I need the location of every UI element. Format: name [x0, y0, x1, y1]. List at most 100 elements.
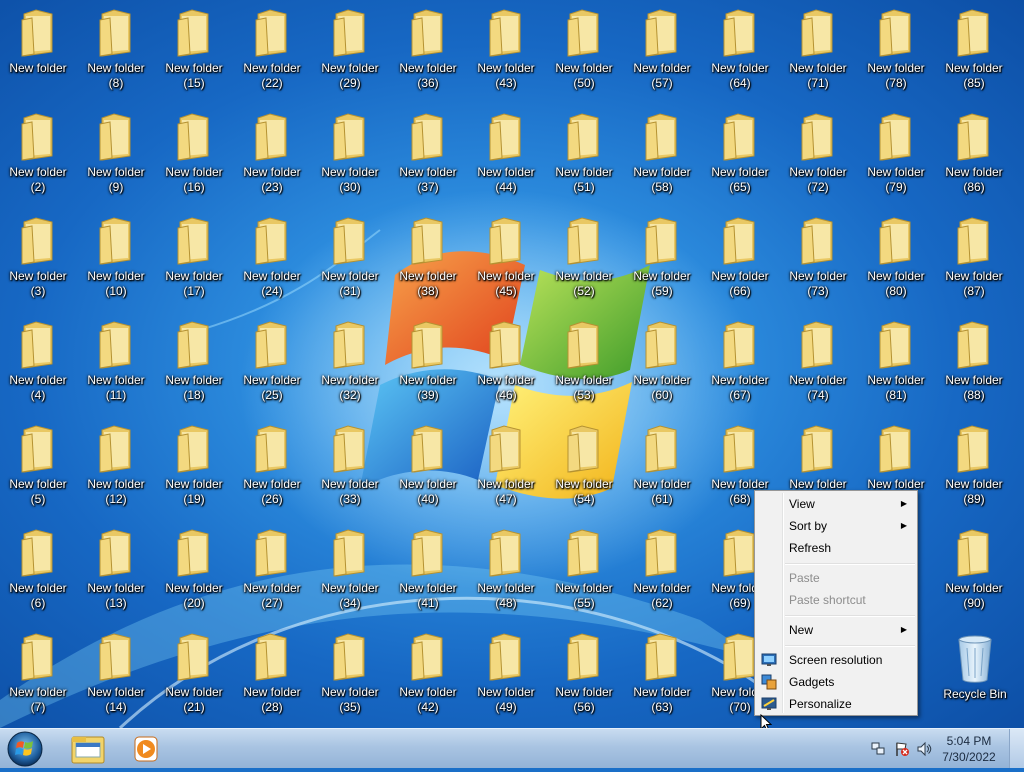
desktop-folder[interactable]: New folder (86): [936, 106, 1012, 202]
desktop-folder[interactable]: New folder (19): [156, 418, 232, 514]
desktop-folder[interactable]: New folder (42): [390, 626, 466, 722]
desktop-folder[interactable]: New folder (34): [312, 522, 388, 618]
menu-item-sort-by[interactable]: Sort by ▶: [757, 515, 915, 537]
volume-icon[interactable]: [916, 741, 932, 757]
desktop-folder[interactable]: New folder (73): [780, 210, 856, 306]
desktop-folder[interactable]: New folder (31): [312, 210, 388, 306]
network-icon[interactable]: [870, 741, 886, 757]
desktop-folder[interactable]: New folder (24): [234, 210, 310, 306]
desktop-folder[interactable]: New folder (50): [546, 2, 622, 98]
desktop-folder[interactable]: New folder (6): [0, 522, 76, 618]
desktop-folder[interactable]: New folder (85): [936, 2, 1012, 98]
desktop-folder[interactable]: New folder (62): [624, 522, 700, 618]
desktop-folder[interactable]: New folder (36): [390, 2, 466, 98]
desktop-folder[interactable]: New folder (8): [78, 2, 154, 98]
desktop-folder[interactable]: New folder (87): [936, 210, 1012, 306]
desktop-folder[interactable]: New folder (38): [390, 210, 466, 306]
desktop-folder[interactable]: New folder (90): [936, 522, 1012, 618]
desktop-folder[interactable]: New folder (13): [78, 522, 154, 618]
desktop-folder[interactable]: New folder (4): [0, 314, 76, 410]
recycle-bin[interactable]: Recycle Bin: [937, 628, 1013, 724]
desktop-folder[interactable]: New folder (88): [936, 314, 1012, 410]
menu-item-paste-shortcut[interactable]: Paste shortcut: [757, 589, 915, 611]
desktop-folder[interactable]: New folder: [0, 2, 76, 98]
desktop-folder[interactable]: New folder (54): [546, 418, 622, 514]
show-desktop-button[interactable]: [1009, 729, 1024, 768]
desktop-folder[interactable]: New folder (30): [312, 106, 388, 202]
desktop[interactable]: New folder New folder (2) New folder (3) Ne…: [0, 0, 1024, 728]
desktop-folder[interactable]: New folder (43): [468, 2, 544, 98]
desktop-folder[interactable]: New folder (9): [78, 106, 154, 202]
desktop-folder[interactable]: New folder (65): [702, 106, 778, 202]
desktop-folder[interactable]: New folder (64): [702, 2, 778, 98]
desktop-folder[interactable]: New folder (52): [546, 210, 622, 306]
desktop-folder[interactable]: New folder (81): [858, 314, 934, 410]
desktop-folder[interactable]: New folder (37): [390, 106, 466, 202]
desktop-folder[interactable]: New folder (44): [468, 106, 544, 202]
clock[interactable]: 5:04 PM 7/30/2022: [938, 733, 1000, 765]
desktop-folder[interactable]: New folder (53): [546, 314, 622, 410]
desktop-folder[interactable]: New folder (55): [546, 522, 622, 618]
desktop-folder[interactable]: New folder (39): [390, 314, 466, 410]
desktop-folder[interactable]: New folder (22): [234, 2, 310, 98]
desktop-folder[interactable]: New folder (25): [234, 314, 310, 410]
desktop-folder[interactable]: New folder (89): [936, 418, 1012, 514]
desktop-folder[interactable]: New folder (29): [312, 2, 388, 98]
desktop-folder[interactable]: New folder (63): [624, 626, 700, 722]
desktop-folder[interactable]: New folder (3): [0, 210, 76, 306]
desktop-folder[interactable]: New folder (16): [156, 106, 232, 202]
desktop-folder[interactable]: New folder (80): [858, 210, 934, 306]
desktop-folder[interactable]: New folder (41): [390, 522, 466, 618]
desktop-folder[interactable]: New folder (5): [0, 418, 76, 514]
desktop-folder[interactable]: New folder (71): [780, 2, 856, 98]
start-button[interactable]: [6, 731, 44, 767]
desktop-folder[interactable]: New folder (40): [390, 418, 466, 514]
desktop-folder[interactable]: New folder (46): [468, 314, 544, 410]
desktop-folder[interactable]: New folder (2): [0, 106, 76, 202]
desktop-folder[interactable]: New folder (10): [78, 210, 154, 306]
desktop-folder[interactable]: New folder (79): [858, 106, 934, 202]
desktop-folder[interactable]: New folder (23): [234, 106, 310, 202]
desktop-folder[interactable]: New folder (32): [312, 314, 388, 410]
desktop-folder[interactable]: New folder (56): [546, 626, 622, 722]
desktop-folder[interactable]: New folder (11): [78, 314, 154, 410]
desktop-folder[interactable]: New folder (58): [624, 106, 700, 202]
desktop-folder[interactable]: New folder (78): [858, 2, 934, 98]
desktop-folder[interactable]: New folder (72): [780, 106, 856, 202]
menu-item-new[interactable]: New ▶: [757, 619, 915, 641]
desktop-folder[interactable]: New folder (21): [156, 626, 232, 722]
desktop-folder[interactable]: New folder (61): [624, 418, 700, 514]
desktop-folder[interactable]: New folder (48): [468, 522, 544, 618]
desktop-folder[interactable]: New folder (49): [468, 626, 544, 722]
taskbar-app-media-player[interactable]: [118, 731, 174, 767]
desktop-folder[interactable]: New folder (67): [702, 314, 778, 410]
desktop-folder[interactable]: New folder (66): [702, 210, 778, 306]
desktop-folder[interactable]: New folder (28): [234, 626, 310, 722]
desktop-folder[interactable]: New folder (27): [234, 522, 310, 618]
desktop-folder[interactable]: New folder (60): [624, 314, 700, 410]
desktop-folder[interactable]: New folder (20): [156, 522, 232, 618]
desktop-folder[interactable]: New folder (26): [234, 418, 310, 514]
menu-item-personalize[interactable]: Personalize: [757, 693, 915, 715]
desktop-folder[interactable]: New folder (12): [78, 418, 154, 514]
desktop-folder[interactable]: New folder (18): [156, 314, 232, 410]
menu-item-gadgets[interactable]: Gadgets: [757, 671, 915, 693]
menu-item-paste[interactable]: Paste: [757, 567, 915, 589]
desktop-folder[interactable]: New folder (74): [780, 314, 856, 410]
desktop-folder[interactable]: New folder (35): [312, 626, 388, 722]
menu-item-screen-resolution[interactable]: Screen resolution: [757, 649, 915, 671]
action-center-flag-icon[interactable]: [894, 741, 910, 757]
desktop-folder[interactable]: New folder (15): [156, 2, 232, 98]
desktop-folder[interactable]: New folder (59): [624, 210, 700, 306]
desktop-folder[interactable]: New folder (33): [312, 418, 388, 514]
desktop-folder[interactable]: New folder (57): [624, 2, 700, 98]
taskbar-app-explorer[interactable]: [60, 731, 116, 767]
desktop-folder[interactable]: New folder (47): [468, 418, 544, 514]
desktop-folder[interactable]: New folder (14): [78, 626, 154, 722]
menu-item-refresh[interactable]: Refresh: [757, 537, 915, 559]
menu-item-view[interactable]: View ▶: [757, 493, 915, 515]
desktop-folder[interactable]: New folder (51): [546, 106, 622, 202]
desktop-folder[interactable]: New folder (45): [468, 210, 544, 306]
desktop-folder[interactable]: New folder (17): [156, 210, 232, 306]
desktop-folder[interactable]: New folder (7): [0, 626, 76, 722]
